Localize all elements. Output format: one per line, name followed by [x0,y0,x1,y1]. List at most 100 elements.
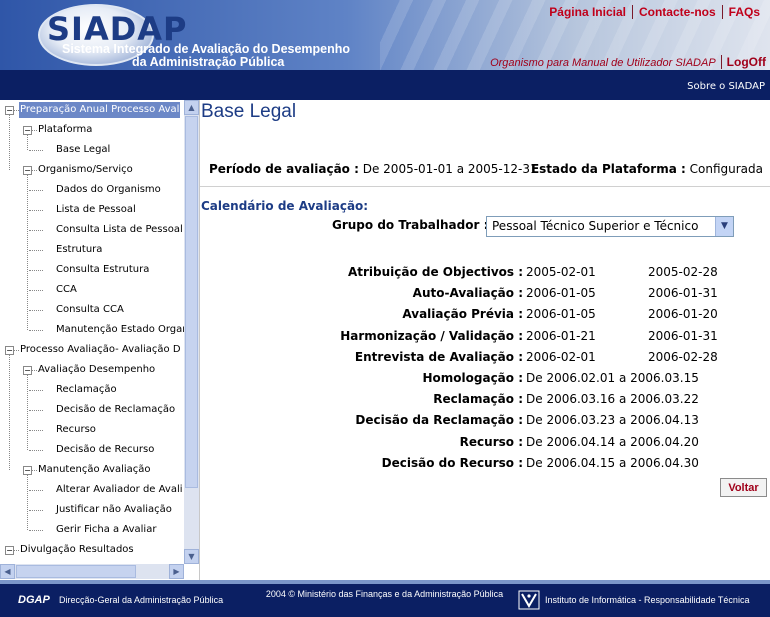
periodo-value: De 2005-01-01 a 2005-12-31 [362,162,538,176]
calendar-row: Atribuição de Objectivos :2005-02-01 2005… [200,262,770,282]
tree-item-label: Avaliação Desempenho [38,364,156,375]
tree-connector [27,135,28,150]
footer: DGAP Direcção-Geral da Administração Púb… [0,584,770,617]
dgap-text: Direcção-Geral da Administração Pública [59,595,224,605]
tree-item-label: Divulgação Resultados [20,544,134,555]
faqs-link[interactable]: FAQs [721,5,766,19]
tree-connector [29,250,43,251]
voltar-button[interactable]: Voltar [720,478,767,497]
grupo-trabalhador-label: Grupo do Trabalhador : [332,218,489,232]
calendar-label: Homologação : [422,371,523,385]
tree-horizontal-scrollbar[interactable]: ◀ ▶ [0,564,184,579]
calendario-title: Calendário de Avaliação: [201,199,369,213]
calendar-label: Recurso : [459,434,523,449]
calendar-start: 2005-02-01 [526,265,596,279]
tree-item-label: Alterar Avaliador de Avali [56,484,183,495]
grupo-trabalhador-select[interactable]: Pessoal Técnico Superior e Técnico ▼ [486,216,734,237]
hscroll-thumb[interactable] [16,565,136,578]
calendar-row: Reclamação : De 2006.03.16 a 2006.03.22 [200,389,770,409]
copyright-text: 2004 © Ministério das Finanças e da Admi… [265,589,504,599]
tree-item-label: Manutenção Avaliação [38,464,151,475]
tree-connector [29,410,43,411]
tree-item-label: Base Legal [56,144,111,155]
estado-value: Configurada [689,162,763,176]
tree-connector [29,430,43,431]
chevron-down-icon[interactable]: ▼ [715,217,733,236]
tree-connector [9,115,10,170]
collapse-toggle-icon[interactable]: − [5,346,14,355]
calendar-end: 2006-02-28 [648,349,718,364]
tree-item-label: Decisão de Reclamação [56,404,176,415]
collapse-toggle-icon[interactable]: − [23,166,32,175]
calendar-row: Avaliação Prévia :2006-01-05 2006-01-20 [200,304,770,324]
grupo-trabalhador-value: Pessoal Técnico Superior e Técnico [492,219,699,233]
calendar-row: Decisão do Recurso : De 2006.04.15 a 2006… [200,453,770,473]
calendar-row: Harmonização / Validação :2006-01-21 2006… [200,326,770,346]
navigation-tree-panel: − Preparação Anual Processo Aval − Platafor… [0,100,200,580]
top-links: Página Inicial Contacte-nos FAQs [543,5,766,19]
tree-item-label: Organismo/Serviço [38,164,133,175]
calendar-label: Reclamação : [433,392,523,407]
calendar-end: 2006-01-31 [648,286,718,301]
collapse-toggle-icon[interactable]: − [23,126,32,135]
tree-connector [29,450,43,451]
tree-connector [27,375,28,450]
calendar-row: Recurso : De 2006.04.14 a 2006.04.20 [200,432,770,452]
tree-connector [27,475,28,530]
periodo-label: Período de avaliação : [209,162,359,176]
manual-utilizador-link[interactable]: Organismo para Manual de Utilizador SIAD… [490,57,716,69]
collapse-toggle-icon[interactable]: − [5,546,14,555]
estado-label: Estado da Plataforma : [530,162,686,176]
calendar-label: Decisão do Recurso : [381,455,523,470]
sobre-siadap-link[interactable]: Sobre o SIADAP [687,81,765,92]
tree-connector [29,310,43,311]
calendar-label: Entrevista de Avaliação : [354,349,523,364]
calendar-label: Harmonização / Validação : [340,328,523,343]
tree-connector [29,230,43,231]
tree-item-label: Consulta Lista de Pessoal [56,224,183,235]
tree-vertical-scrollbar[interactable]: ▲ ▼ [184,100,199,564]
tree-item-label: Dados do Organismo [56,184,161,195]
tree-item-label: CCA [56,284,77,295]
manual-line: Organismo para Manual de Utilizador SIAD… [490,55,766,69]
calendar-end: 2005-02-28 [648,265,718,279]
tree-item-label: Reclamação [56,384,117,395]
scroll-right-button[interactable]: ▶ [169,564,184,579]
calendar-end: 2006-01-31 [648,328,718,343]
scroll-left-button[interactable]: ◀ [0,564,15,579]
tree-connector [29,490,43,491]
tree-item-label: Consulta Estrutura [56,264,150,275]
instituto-informatica-logo-icon [518,590,540,610]
tree-connector [29,290,43,291]
tree-item-label: Decisão de Recurso [56,444,155,455]
calendar-start: De 2006.02.01 a 2006.03.15 [526,371,699,385]
tree-item-label: Justificar não Avaliação [56,504,172,515]
collapse-toggle-icon[interactable]: − [23,466,32,475]
calendar-end: 2006-01-20 [648,307,718,322]
tree-item-label: Processo Avaliação- Avaliação D [20,344,181,355]
tree-item-label: Preparação Anual Processo Aval [19,102,181,118]
scroll-thumb[interactable] [185,116,198,488]
scroll-up-button[interactable]: ▲ [184,100,199,115]
tree-connector [29,210,43,211]
calendar-label: Avaliação Prévia : [402,307,523,322]
periodo-row: Período de avaliação : De 2005-01-01 a 2… [209,162,769,176]
tree-item-label: Recurso [56,424,96,435]
tree-connector [29,510,43,511]
calendar-start: De 2006.03.23 a 2006.04.13 [526,413,699,428]
dgap-logo: DGAP [18,594,50,606]
calendar-row: Decisão da Reclamação : De 2006.03.23 a 2… [200,410,770,430]
contacte-nos-link[interactable]: Contacte-nos [631,5,722,19]
calendar-label: Auto-Avaliação : [412,286,523,301]
tree-item-label: Manutenção Estado Organ [56,324,184,335]
page-title: Base Legal [201,101,297,122]
calendar-row: Homologação : De 2006.02.01 a 2006.03.15 [200,368,770,388]
logoff-link[interactable]: LogOff [720,55,766,69]
pagina-inicial-link[interactable]: Página Inicial [543,5,632,19]
tree-connector [29,390,43,391]
instituto-text: Instituto de Informática - Responsabilid… [545,595,750,605]
collapse-toggle-icon[interactable]: − [5,106,14,115]
tree-item-label: Gerir Ficha a Avaliar [56,524,157,535]
scroll-down-button[interactable]: ▼ [184,549,199,564]
collapse-toggle-icon[interactable]: − [23,366,32,375]
